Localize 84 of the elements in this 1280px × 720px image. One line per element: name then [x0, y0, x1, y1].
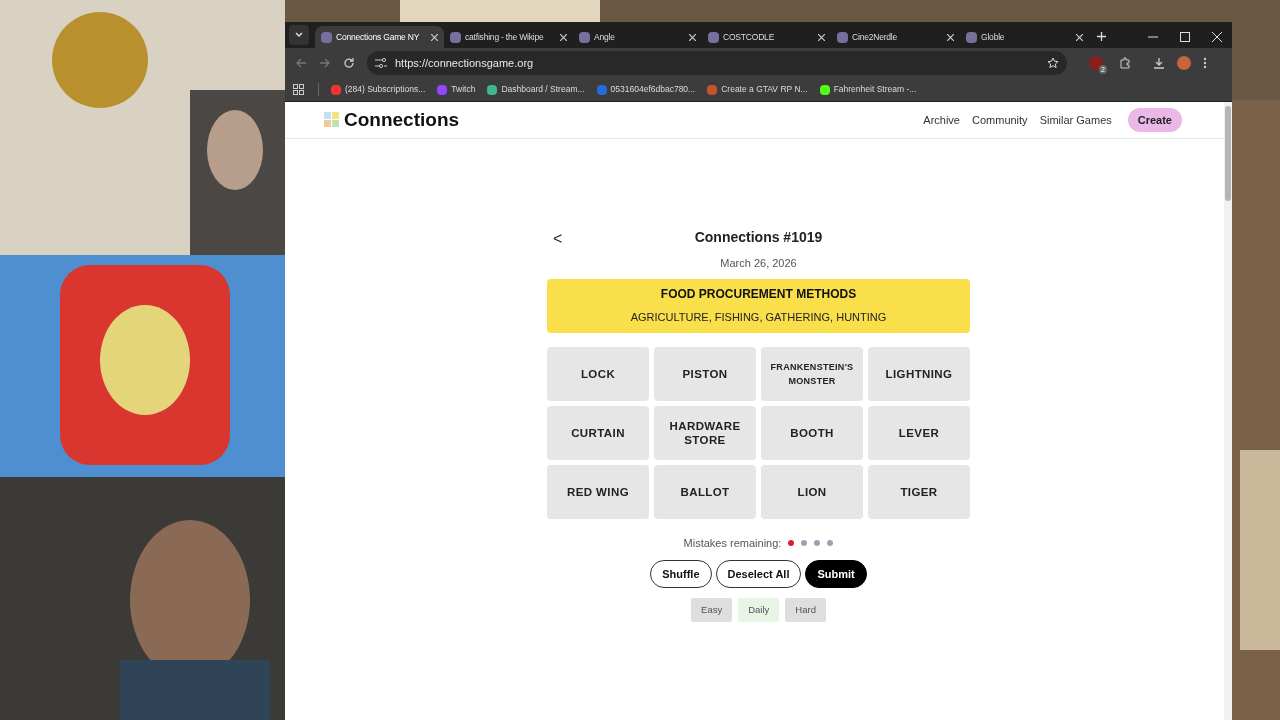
bookmark-icon	[437, 84, 448, 95]
address-bar[interactable]: https://connectionsgame.org	[367, 51, 1067, 75]
bookmark-icon	[819, 84, 830, 95]
puzzle-date: March 26, 2026	[720, 256, 797, 271]
menu-icon[interactable]	[1202, 57, 1207, 69]
word-tile[interactable]: LIGHTNING	[868, 346, 970, 401]
word-tile[interactable]: LION	[761, 464, 863, 519]
word-tile[interactable]: TIGER	[868, 464, 970, 519]
scrollbar-thumb[interactable]	[1225, 106, 1231, 201]
mode-tab[interactable]: Hard	[785, 598, 826, 622]
nav-link[interactable]: Community	[972, 111, 1028, 129]
word-tile[interactable]: FRANKENSTEIN'S MONSTER	[761, 346, 863, 401]
favicon-icon	[321, 31, 332, 43]
browser-tab[interactable]: Connections Game NY	[315, 26, 444, 48]
group-name: FOOD PROCUREMENT METHODS	[660, 286, 857, 304]
forward-icon[interactable]	[319, 57, 331, 69]
mode-tab[interactable]: Easy	[691, 598, 733, 622]
close-icon[interactable]	[818, 33, 825, 41]
bookmark-link[interactable]: Create a GTAV RP N...	[721, 83, 808, 96]
favicon-icon	[966, 31, 977, 43]
word-tile[interactable]: BOOTH	[761, 405, 863, 460]
favicon-icon	[579, 31, 590, 43]
bookmark-icon	[707, 84, 718, 95]
site-logo[interactable]: Connections	[344, 105, 460, 135]
mistakes-label: Mistakes remaining:	[683, 535, 782, 551]
bookmark-link[interactable]: Fahrenheit Stream -...	[833, 83, 917, 96]
group-words: AGRICULTURE, FISHING, GATHERING, HUNTING	[630, 310, 887, 326]
tab-title: Angle	[594, 30, 615, 44]
star-icon[interactable]	[1047, 57, 1059, 69]
maximize-icon[interactable]	[1180, 32, 1190, 42]
browser-tab[interactable]: Angle	[573, 26, 702, 48]
close-icon[interactable]	[1076, 33, 1083, 41]
url-text: https://connectionsgame.org	[395, 55, 534, 71]
bookmark-icon	[596, 84, 607, 95]
action-button[interactable]: Submit	[805, 560, 867, 588]
bookmark-link[interactable]: Twitch	[451, 83, 476, 96]
bookmark-link[interactable]: (284) Subscriptions...	[345, 83, 426, 96]
browser-tab[interactable]: Cine2Nerdle	[831, 26, 960, 48]
reload-icon[interactable]	[343, 57, 355, 69]
word-tile[interactable]: LEVER	[868, 405, 970, 460]
bookmark-icon	[331, 84, 341, 95]
close-icon[interactable]	[689, 33, 696, 41]
mode-tab[interactable]: Daily	[738, 598, 780, 622]
bookmark-icon	[487, 84, 498, 95]
profile-avatar[interactable]	[1176, 56, 1191, 70]
action-button[interactable]: Shuffle	[650, 560, 712, 588]
bookmark-link[interactable]: 0531604ef6dbac780...	[610, 83, 696, 96]
close-icon[interactable]	[560, 33, 567, 41]
chevron-down-icon	[295, 32, 303, 38]
back-button[interactable]: <	[553, 227, 563, 251]
bookmark-link[interactable]: Dashboard / Stream...	[501, 83, 585, 96]
action-button[interactable]: Deselect All	[715, 560, 802, 588]
browser-tab[interactable]: COSTCODLE	[702, 26, 831, 48]
puzzle-icon[interactable]	[1118, 57, 1131, 69]
word-tile[interactable]: BALLOT	[654, 464, 756, 519]
new-tab-icon[interactable]	[1097, 32, 1106, 41]
tab-title: Connections Game NY	[336, 30, 420, 44]
close-icon[interactable]	[947, 33, 954, 41]
logo-icon	[324, 112, 340, 128]
favicon-icon	[450, 31, 461, 43]
close-icon[interactable]	[431, 33, 438, 41]
favicon-icon	[708, 31, 719, 43]
close-icon[interactable]	[1212, 32, 1222, 42]
tab-title: COSTCODLE	[723, 30, 775, 44]
word-tile[interactable]: PISTON	[654, 346, 756, 401]
site-settings-icon[interactable]	[375, 58, 387, 68]
nav-link[interactable]: Archive	[923, 111, 960, 129]
puzzle-title: Connections #1019	[694, 228, 823, 247]
tab-title: catfishing - the Wikipe	[465, 30, 544, 44]
apps-icon[interactable]	[293, 84, 304, 95]
tab-title: Globle	[981, 30, 1005, 44]
tab-title: Cine2Nerdle	[852, 30, 898, 44]
favicon-icon	[837, 31, 848, 43]
word-tile[interactable]: HARDWARE STORE	[654, 405, 756, 460]
create-button[interactable]: Create	[1127, 107, 1182, 133]
tab-search-button[interactable]	[289, 25, 309, 45]
word-tile[interactable]: RED WING	[547, 464, 649, 519]
word-tile[interactable]: CURTAIN	[547, 405, 649, 460]
browser-tab[interactable]: Globle	[960, 26, 1089, 48]
back-icon[interactable]	[295, 57, 307, 69]
nav-link[interactable]: Similar Games	[1039, 111, 1112, 129]
word-tile[interactable]: LOCK	[547, 346, 649, 401]
browser-tab[interactable]: catfishing - the Wikipe	[444, 26, 573, 48]
download-icon[interactable]	[1152, 57, 1165, 69]
